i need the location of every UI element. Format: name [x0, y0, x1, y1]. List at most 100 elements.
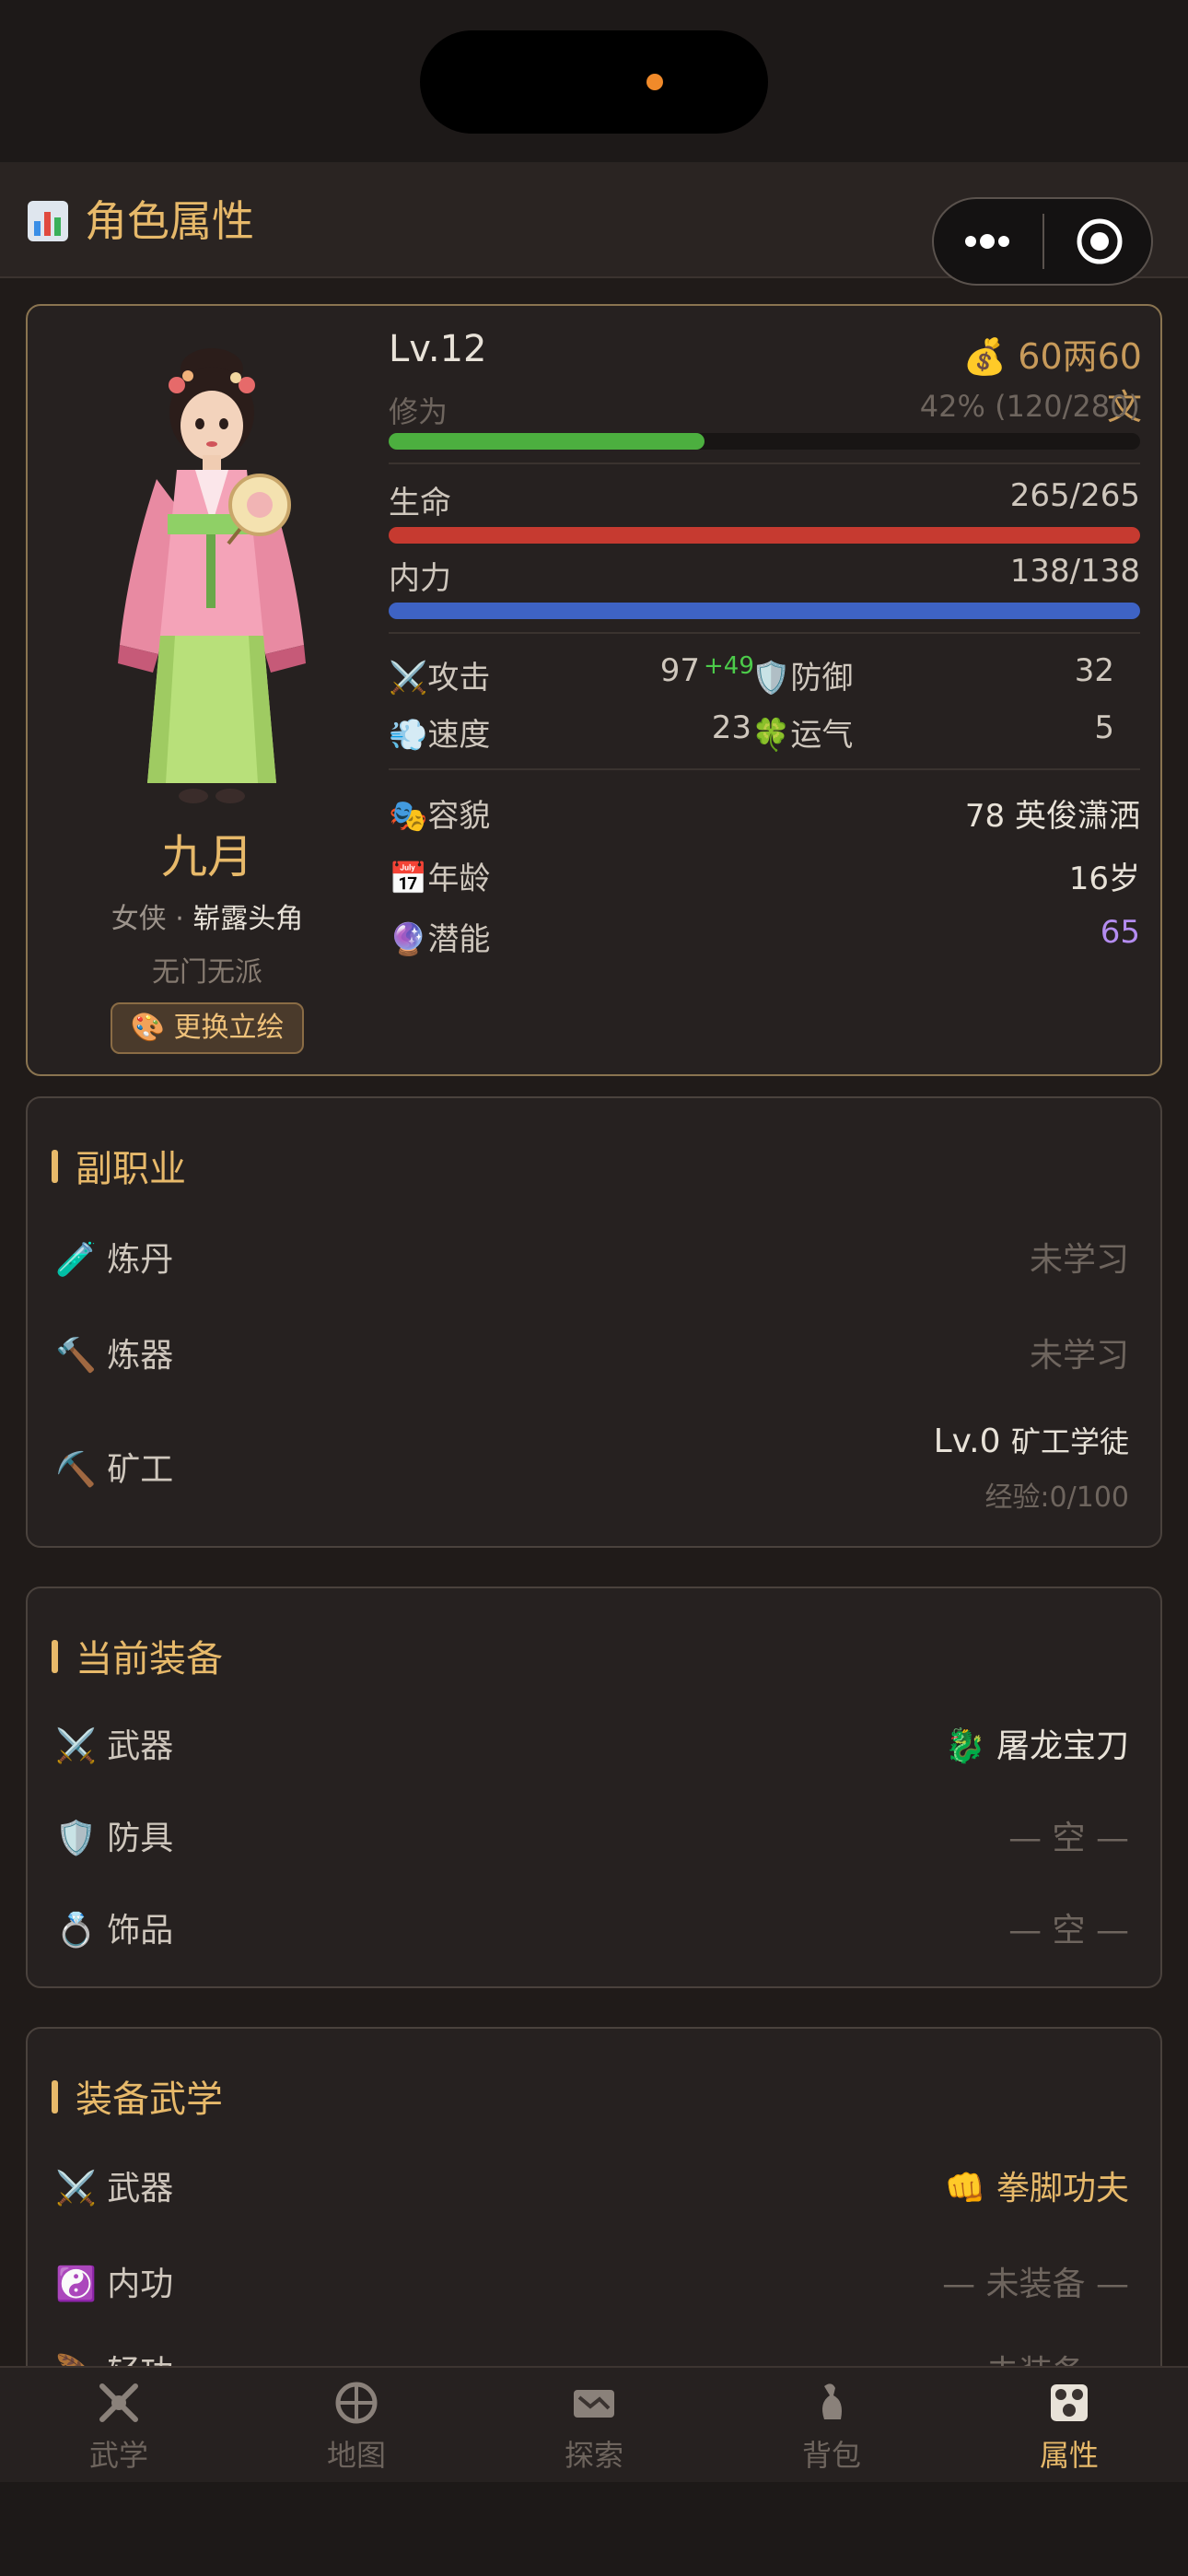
side-job-status: 未学习: [1029, 1241, 1129, 1279]
potential-value: 65: [1100, 914, 1140, 951]
close-mini-program-icon[interactable]: [1074, 216, 1125, 267]
side-job-label: 炼丹: [107, 1241, 174, 1279]
mining-exp: 经验:0/100: [984, 1481, 1129, 1514]
level-label: Lv.12: [389, 328, 487, 370]
hp-label: 生命: [389, 485, 451, 521]
cultivation-value: 42% (120/280): [919, 389, 1140, 424]
camera-indicator: [646, 74, 663, 90]
clover-icon: 🍀: [751, 717, 791, 754]
money-bag-icon: 💰: [962, 336, 1007, 377]
capsule-divider: [1042, 214, 1044, 269]
equipment-label: 防具: [107, 1820, 174, 1857]
map-icon: [335, 2382, 378, 2424]
crystal-ball-icon: 🔮: [389, 921, 428, 958]
martial-row-weapon[interactable]: ⚔️ 武器: [55, 2161, 173, 2209]
attack-value: 97: [659, 652, 700, 689]
mp-label: 内力: [389, 560, 451, 597]
nav-label: 武学: [88, 2438, 148, 2473]
nav-item-bag[interactable]: 背包: [713, 2366, 950, 2482]
looks-value: 78 英俊潇洒: [964, 798, 1140, 835]
martial-row-inner[interactable]: ☯️ 内功: [55, 2257, 173, 2305]
more-options-icon[interactable]: [958, 221, 1017, 262]
side-job-row-mining[interactable]: ⛏️ 矿工: [55, 1443, 173, 1491]
luck-stat: 🍀运气: [751, 709, 853, 755]
defense-stat: 🛡️防御: [751, 652, 853, 697]
mining-level-title: 矿工学徒: [1010, 1424, 1129, 1459]
attack-bonus: +49: [704, 652, 754, 680]
equipment-row-weapon[interactable]: ⚔️ 武器: [55, 1719, 173, 1767]
luck-value: 5: [1094, 709, 1114, 746]
nav-item-martial[interactable]: 武学: [0, 2366, 238, 2482]
crossed-swords-icon: ⚔️: [55, 1727, 97, 1765]
equipment-label: 武器: [107, 1727, 174, 1765]
bag-icon: [822, 2383, 842, 2419]
mp-bar-fill: [389, 603, 1140, 619]
home-indicator-area: [0, 2482, 1188, 2576]
section-accent: [52, 1150, 58, 1183]
luck-label: 运气: [790, 717, 854, 754]
defense-value: 32: [1074, 652, 1114, 689]
speed-value: 23: [711, 709, 751, 746]
nav-label: 探索: [564, 2438, 623, 2473]
side-jobs-title: 副职业: [76, 1148, 186, 1190]
martial-value[interactable]: 👊 拳脚功夫: [792, 2161, 1129, 2209]
looks-stat: 🎭容貌: [389, 790, 490, 836]
attack-label: 攻击: [427, 660, 491, 697]
explore-icon: [574, 2390, 614, 2418]
speed-label: 速度: [427, 717, 491, 754]
cultivation-label: 修为: [389, 394, 448, 429]
bar-chart-icon: [28, 201, 68, 241]
equipment-label: 饰品: [107, 1912, 174, 1950]
nav-item-explore[interactable]: 探索: [475, 2366, 713, 2482]
yin-yang-icon: ☯️: [55, 2266, 97, 2303]
change-portrait-label: 更换立绘: [173, 1012, 285, 1044]
weapon-name: 屠龙宝刀: [996, 1727, 1129, 1765]
dragon-icon: 🐉: [944, 1727, 986, 1765]
hp-bar: [389, 527, 1140, 544]
mp-value: 138/138: [1009, 553, 1140, 590]
character-name: 九月: [161, 830, 253, 884]
crossed-swords-icon: ⚔️: [389, 660, 428, 697]
nav-label: 地图: [326, 2438, 386, 2473]
age-value: 16岁: [1068, 861, 1140, 897]
ring-icon: 💍: [55, 1912, 97, 1950]
potion-icon: 🧪: [55, 1241, 97, 1279]
masks-icon: 🎭: [389, 798, 428, 835]
martial-label: 武器: [107, 2170, 174, 2207]
side-job-label: 矿工: [107, 1451, 174, 1489]
attributes-icon: [1051, 2384, 1088, 2421]
pickaxe-icon: ⛏️: [55, 1451, 97, 1489]
side-job-status: 未学习: [1029, 1337, 1129, 1375]
section-accent: [52, 1640, 58, 1673]
fist-icon: 👊: [944, 2170, 986, 2207]
nav-item-map[interactable]: 地图: [238, 2366, 475, 2482]
calendar-icon: 📅: [389, 861, 428, 897]
potential-label: 潜能: [427, 921, 491, 958]
age-stat: 📅年龄: [389, 853, 490, 898]
equipment-value: — 空 —: [1008, 1820, 1129, 1857]
martial-value: — 未装备 —: [942, 2266, 1129, 2303]
nav-item-attributes[interactable]: 属性: [950, 2366, 1188, 2482]
gender-title: 女侠: [111, 903, 167, 935]
palette-icon: 🎨: [130, 1012, 165, 1044]
character-sect: 无门无派: [152, 956, 262, 989]
character-portrait: [118, 348, 306, 803]
potential-stat: 🔮潜能: [389, 914, 490, 959]
looks-label: 容貌: [427, 798, 491, 835]
equipment-row-accessory[interactable]: 💍 饰品: [55, 1903, 173, 1951]
attack-stat: ⚔️攻击: [389, 652, 490, 697]
equipment-title: 当前装备: [76, 1638, 223, 1680]
divider: [389, 632, 1140, 634]
nav-label: 属性: [1039, 2438, 1099, 2473]
side-job-row-forging[interactable]: 🔨 炼器: [55, 1329, 173, 1376]
rank-title: 崭露头角: [192, 903, 304, 935]
side-job-row-alchemy[interactable]: 🧪 炼丹: [55, 1233, 173, 1281]
martial-label: 内功: [107, 2266, 174, 2303]
equipment-row-armor[interactable]: 🛡️ 防具: [55, 1811, 173, 1859]
hp-value: 265/265: [1009, 477, 1140, 514]
character-title: 女侠 · 崭露头角: [111, 903, 304, 935]
equipment-value[interactable]: 🐉 屠龙宝刀: [792, 1719, 1129, 1767]
equipment-value: — 空 —: [1008, 1912, 1129, 1950]
change-portrait-button[interactable]: 🎨 更换立绘: [111, 1002, 304, 1054]
divider: [389, 463, 1140, 464]
